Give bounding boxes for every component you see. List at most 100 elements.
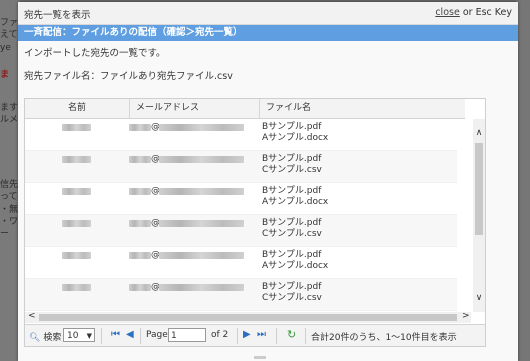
redacted-email-local (129, 252, 151, 259)
scroll-right-icon[interactable]: > (462, 311, 470, 321)
scroll-left-icon[interactable]: < (28, 311, 36, 321)
grid-header: 名前 メールアドレス ファイル名 (25, 99, 465, 119)
column-header-filename[interactable]: ファイル名 (260, 99, 465, 118)
search-icon: 🔍︎ (29, 333, 41, 343)
background-text: ま (0, 70, 10, 80)
redacted-name (62, 124, 91, 131)
file-list: Bサンプル.pdf Cサンプル.csv (262, 282, 322, 304)
table-row[interactable]: @ Bサンプル.pdf Aサンプル.docx (25, 183, 457, 215)
scroll-up-icon[interactable]: ∧ (473, 128, 485, 138)
table-row[interactable]: @ Bサンプル.pdf Cサンプル.csv (25, 279, 457, 311)
background-text: ます (0, 103, 19, 113)
column-header-name[interactable]: 名前 (25, 99, 130, 118)
table-row[interactable]: @ Bサンプル.pdf Cサンプル.csv (25, 215, 457, 247)
recipient-grid: 名前 メールアドレス ファイル名 @ Bサンプル.pdf Aサンプル.docx … (24, 98, 486, 347)
background-text: っても (0, 192, 20, 202)
page-label: Page (146, 330, 168, 340)
separator (101, 328, 102, 344)
background-page: ファ えて ye ま ます ルメ 信先 っても ・無 ・ワ ー (0, 0, 20, 361)
vertical-scrollbar[interactable]: ∧ ∨ (473, 119, 485, 312)
file-name: Cサンプル.csv (262, 293, 322, 303)
close-hint: or Esc Key (462, 7, 512, 18)
file-list: Bサンプル.pdf Cサンプル.csv (262, 218, 322, 240)
redacted-email-domain (159, 284, 244, 291)
file-name: Bサンプル.pdf (262, 250, 322, 260)
last-page-icon[interactable]: ⏭︎ (257, 329, 266, 340)
file-name: Aサンプル.docx (262, 197, 329, 207)
redacted-email-local (129, 188, 151, 195)
file-list: Bサンプル.pdf Aサンプル.docx (262, 122, 328, 144)
search-label: 検索 (43, 333, 62, 343)
table-row[interactable]: @ Bサンプル.pdf Aサンプル.docx (25, 247, 457, 279)
page-size-select[interactable]: 10 ▼ (63, 328, 95, 342)
scroll-down-icon[interactable]: ∨ (473, 293, 485, 303)
file-name: Aサンプル.docx (262, 261, 329, 271)
file-name: Bサンプル.pdf (262, 186, 322, 196)
redacted-email-local (129, 124, 151, 131)
dialog-title: 宛先一覧を表示 (24, 10, 91, 21)
background-text: ルメ (0, 115, 19, 125)
redacted-email-domain (159, 124, 244, 131)
file-name: Cサンプル.csv (262, 229, 322, 239)
redacted-name (62, 284, 91, 291)
background-text: ・無 (0, 205, 19, 215)
page-size-value: 10 (67, 331, 79, 341)
refresh-icon[interactable]: ↻ (287, 328, 296, 341)
vertical-scroll-thumb[interactable] (475, 143, 483, 235)
background-text: 信先 (0, 180, 19, 190)
redacted-name (62, 156, 91, 163)
background-right (516, 0, 530, 361)
page-total: of 2 (211, 330, 229, 340)
chevron-down-icon: ▼ (86, 332, 92, 340)
background-text: えて (0, 30, 18, 40)
intro-text: インポートした宛先の一覧です。 (24, 48, 166, 59)
redacted-email-local (129, 284, 151, 291)
horizontal-scroll-thumb[interactable] (39, 314, 457, 321)
redacted-email-domain (159, 252, 244, 259)
redacted-name (62, 188, 91, 195)
close-link[interactable]: close (435, 7, 459, 18)
file-list: Bサンプル.pdf Aサンプル.docx (262, 186, 328, 208)
prev-page-icon[interactable]: ◀︎ (126, 329, 134, 340)
redacted-email-domain (159, 220, 244, 227)
background-text: ・ワ (0, 217, 19, 227)
next-page-icon[interactable]: ▶︎ (243, 329, 251, 340)
column-header-email[interactable]: メールアドレス (130, 99, 260, 118)
file-name: Aサンプル.docx (262, 133, 329, 143)
redacted-name (62, 220, 91, 227)
redacted-email-domain (159, 188, 244, 195)
recipient-list-dialog: 宛先一覧を表示 close or Esc Key 一斉配信：ファイルありの配信（… (18, 2, 518, 361)
separator (276, 328, 277, 344)
first-page-icon[interactable]: ⏮︎ (111, 329, 120, 340)
table-row[interactable]: @ Bサンプル.pdf Aサンプル.docx (25, 119, 457, 151)
grid-body: @ Bサンプル.pdf Aサンプル.docx @ Bサンプル.pdf Cサンプル… (25, 119, 457, 311)
search-button[interactable]: 🔍︎ 検索 (29, 330, 61, 343)
redacted-email-local (129, 220, 151, 227)
pager-bar: 🔍︎ 検索 10 ▼ ⏮︎ ◀︎ Page 1 of 2 ▶︎ ⏭︎ ↻ 合計2… (25, 324, 485, 346)
background-text: ー (0, 229, 10, 239)
file-name: Cサンプル.csv (262, 165, 322, 175)
close-area: close or Esc Key (435, 7, 512, 18)
recipient-filename: 宛先ファイル名：ファイルあり宛先ファイル.csv (24, 71, 233, 82)
resize-grip[interactable] (254, 356, 266, 359)
separator (140, 328, 141, 344)
file-name: Bサンプル.pdf (262, 218, 322, 228)
separator (237, 328, 238, 344)
file-name: Bサンプル.pdf (262, 154, 322, 164)
background-text: ye (0, 43, 11, 53)
pager-summary: 合計20件のうち、1〜10件目を表示 (311, 333, 457, 343)
separator (305, 328, 306, 344)
dialog-header: 宛先一覧を表示 close or Esc Key (18, 2, 518, 25)
table-row[interactable]: @ Bサンプル.pdf Cサンプル.csv (25, 151, 457, 183)
redacted-email-domain (159, 156, 244, 163)
file-list: Bサンプル.pdf Aサンプル.docx (262, 250, 328, 272)
file-name: Bサンプル.pdf (262, 282, 322, 292)
redacted-email-local (129, 156, 151, 163)
section-title-bar: 一斉配信：ファイルありの配信（確認＞宛先一覧） (18, 25, 518, 41)
file-list: Bサンプル.pdf Cサンプル.csv (262, 154, 322, 176)
horizontal-scrollbar[interactable]: < > (25, 311, 471, 323)
file-name: Bサンプル.pdf (262, 122, 322, 132)
page-number-input[interactable]: 1 (168, 328, 206, 342)
background-text: ファ (0, 18, 19, 28)
redacted-name (62, 252, 91, 259)
